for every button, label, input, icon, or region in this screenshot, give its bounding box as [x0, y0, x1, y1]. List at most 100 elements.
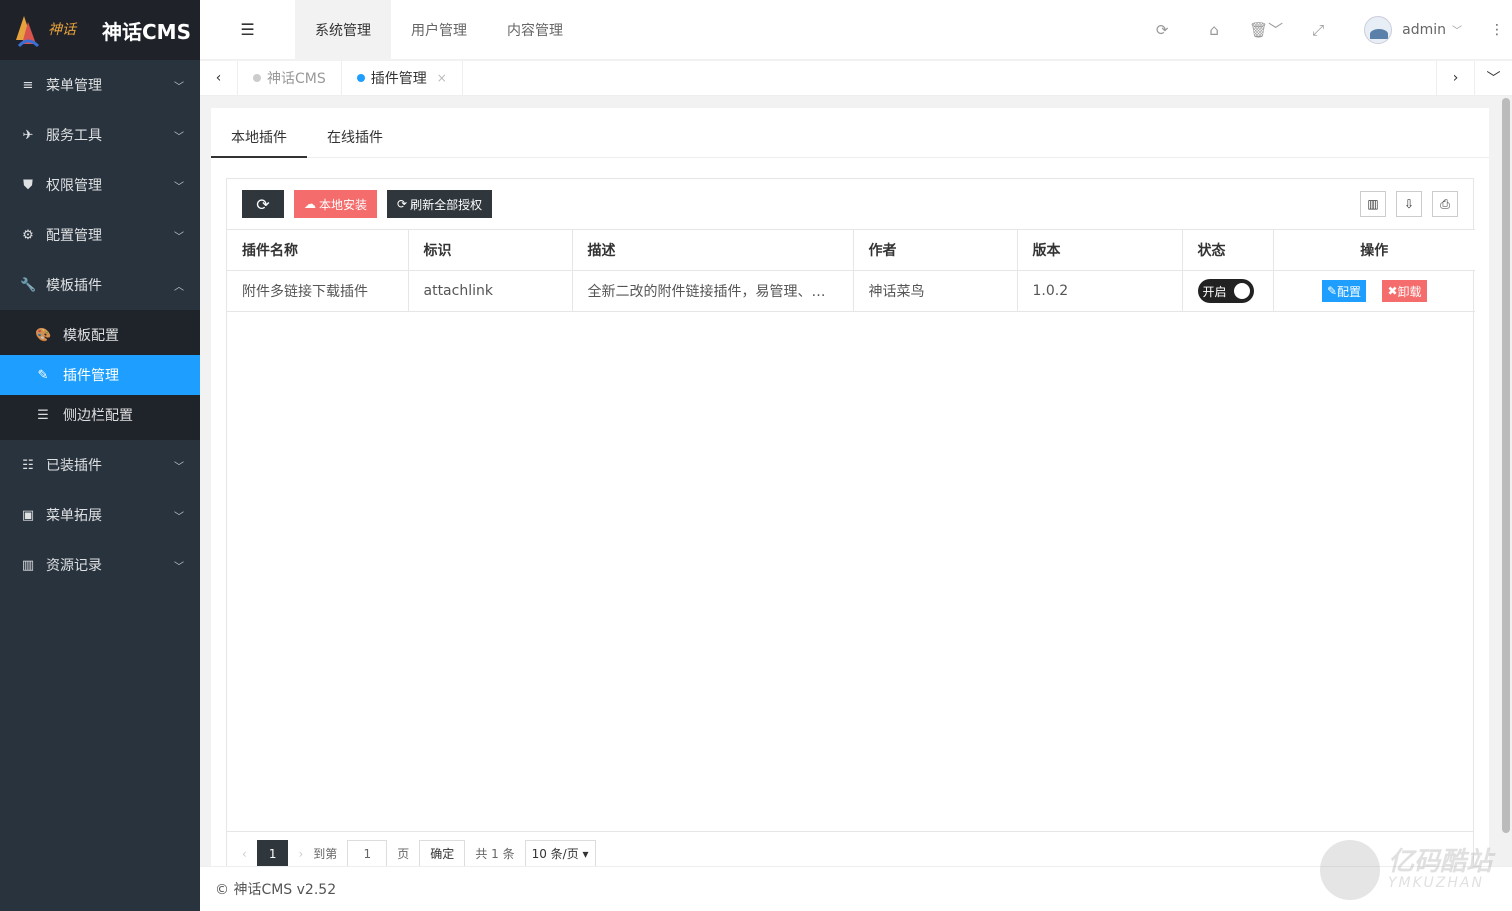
table-toolbar: ⟳ ☁ 本地安装 ⟳ 刷新全部授权 ▥ ⇩ ⎙ [227, 179, 1473, 229]
column-header[interactable]: 操作 [1273, 229, 1475, 271]
sidebar-item-label: 权限管理 [46, 178, 102, 194]
fullscreen-icon[interactable]: ⤢ [1292, 21, 1344, 39]
cell-plugin-desc: 全新二改的附件链接插件，易管理、… [572, 270, 854, 312]
button-label: 卸载 [1397, 284, 1422, 299]
trash-icon[interactable]: 🗑﹀ [1240, 19, 1292, 40]
tab-online-plugins[interactable]: 在线插件 [307, 108, 403, 158]
prev-page-icon[interactable]: ‹ [242, 840, 247, 867]
tabs-menu-chevron-icon[interactable]: ﹀ [1474, 60, 1512, 96]
export-icon[interactable]: ⇩ [1396, 191, 1422, 217]
sidebar-item-installed-plugins[interactable]: ☷ 已装插件 ﹀ [0, 440, 200, 490]
status-toggle[interactable]: 开启 [1197, 279, 1254, 303]
column-header[interactable]: 标识 [408, 229, 573, 271]
page-current[interactable]: 1 [256, 840, 289, 867]
more-vertical-icon[interactable]: ⋮ [1482, 22, 1512, 38]
logo-mark-icon: 神话 [14, 10, 84, 50]
scrollbar-thumb[interactable] [1502, 98, 1510, 833]
sidebar-item-permissions[interactable]: ⛊ 权限管理 ﹀ [0, 160, 200, 210]
watermark: 亿码酷站 YMKUZHAN [1319, 840, 1492, 900]
goto-page-input[interactable]: 1 [347, 840, 388, 867]
sidebar-subitem-template-config[interactable]: 🎨 模板配置 [0, 315, 200, 355]
sidebar-item-label: 菜单管理 [46, 78, 102, 94]
per-page-select[interactable]: 10 条/页 ▾ [524, 840, 596, 867]
watermark-subtext: YMKUZHAN [1387, 875, 1484, 891]
tab-dot [356, 74, 365, 82]
sidebar-item-label: 已装插件 [46, 458, 102, 474]
cell-actions: ✎ 配置 ✖ 卸载 [1273, 270, 1475, 312]
svg-text:神话: 神话 [48, 22, 78, 38]
close-icon[interactable]: × [437, 71, 447, 85]
goto-label: 到第 [313, 847, 338, 861]
button-label: 本地安装 [319, 197, 368, 212]
menu-toggle-icon[interactable]: ☰ [200, 0, 295, 60]
sliders-icon: ☷ [22, 457, 34, 473]
column-header[interactable]: 版本 [1017, 229, 1183, 271]
sidebar-item-templates[interactable]: 🔧 模板插件 ︿ [0, 260, 200, 310]
config-button[interactable]: ✎ 配置 [1321, 280, 1367, 302]
page-scrollbar[interactable] [1500, 96, 1512, 866]
chevron-down-icon: ﹀ [174, 81, 184, 93]
page-tab-home[interactable]: 神话CMS [238, 60, 342, 96]
avatar[interactable] [1364, 15, 1393, 44]
top-header: ☰ 系统管理 用户管理 内容管理 ⟳ ⌂ 🗑﹀ ⤢ admin ﹀ ⋮ [200, 0, 1512, 60]
home-icon[interactable]: ⌂ [1188, 21, 1240, 39]
plugin-table: 插件名称 标识 描述 作者 版本 状态 操作 附件多链接下载插件 attachl… [227, 229, 1475, 312]
chevron-down-icon: ﹀ [174, 511, 184, 523]
sidebar: 神话 神话CMS ≡ 菜单管理 ﹀ ✈ 服务工具 ﹀ ⛊ 权限管理 ﹀ ⚙ 配置… [0, 0, 200, 911]
sidebar-item-resource-log[interactable]: ▥ 资源记录 ﹀ [0, 540, 200, 590]
sidebar-item-tools[interactable]: ✈ 服务工具 ﹀ [0, 110, 200, 160]
header-right: ⟳ ⌂ 🗑﹀ ⤢ admin ﹀ ⋮ [1136, 0, 1512, 60]
sidebar-item-menu-extend[interactable]: ▣ 菜单拓展 ﹀ [0, 490, 200, 540]
plugin-table-box: ⟳ ☁ 本地安装 ⟳ 刷新全部授权 ▥ ⇩ ⎙ 插件名称 标识 描述 作者 版本… [226, 178, 1475, 868]
list-icon: ≡ [22, 77, 34, 93]
print-icon[interactable]: ⎙ [1432, 191, 1458, 217]
sidebar-item-config[interactable]: ⚙ 配置管理 ﹀ [0, 210, 200, 260]
refresh-button[interactable]: ⟳ [242, 190, 284, 218]
chevron-down-icon: ﹀ [174, 131, 184, 143]
cell-plugin-name: 附件多链接下载插件 [227, 270, 409, 312]
refresh-icon: ⟳ [397, 197, 408, 211]
column-header[interactable]: 作者 [853, 229, 1018, 271]
column-header[interactable]: 状态 [1182, 229, 1274, 271]
watermark-logo-icon [1319, 840, 1380, 900]
refresh-auth-button[interactable]: ⟳ 刷新全部授权 [387, 190, 493, 218]
tabs-scroll-right-icon[interactable]: › [1436, 60, 1474, 96]
cell-plugin-id: attachlink [408, 270, 573, 312]
table-row: 附件多链接下载插件 attachlink 全新二改的附件链接插件，易管理、… 神… [227, 270, 1475, 312]
sidebar-item-menu[interactable]: ≡ 菜单管理 ﹀ [0, 60, 200, 110]
cloud-upload-icon: ☁ [304, 197, 316, 211]
goto-confirm-button[interactable]: 确定 [419, 840, 466, 867]
toggle-knob [1233, 283, 1250, 299]
page-tab-plugin-manage[interactable]: 插件管理 × [342, 60, 463, 96]
page-tabs-bar: ‹ 神话CMS 插件管理 × › ﹀ [200, 60, 1512, 96]
column-header[interactable]: 插件名称 [227, 229, 409, 271]
next-page-icon[interactable]: › [298, 840, 303, 867]
chevron-down-icon: ﹀ [174, 461, 184, 473]
sidebar-item-label: 插件管理 [63, 368, 119, 384]
logo[interactable]: 神话 神话CMS [0, 0, 200, 60]
refresh-icon[interactable]: ⟳ [1136, 21, 1188, 39]
tabs-scroll-left-icon[interactable]: ‹ [200, 60, 238, 96]
button-label: 配置 [1337, 284, 1362, 299]
footer-text: © 神话CMS v2.52 [215, 882, 337, 898]
page-tab-label: 插件管理 [370, 71, 427, 87]
column-header[interactable]: 描述 [572, 229, 854, 271]
content-tabs: 本地插件 在线插件 [211, 108, 1489, 158]
sidebar-subitem-sidebar-config[interactable]: ☰ 侧边栏配置 [0, 395, 200, 435]
username[interactable]: admin [1402, 22, 1446, 38]
uninstall-button[interactable]: ✖ 卸载 [1382, 280, 1427, 302]
tab-local-plugins[interactable]: 本地插件 [211, 108, 307, 158]
header-tab-users[interactable]: 用户管理 [391, 0, 487, 60]
cell-plugin-version: 1.0.2 [1017, 270, 1183, 312]
header-tab-system[interactable]: 系统管理 [295, 0, 391, 60]
sidebar-item-label: 模板配置 [63, 328, 119, 344]
calendar-icon: ▣ [21, 507, 35, 523]
columns-icon[interactable]: ▥ [1360, 191, 1386, 217]
sidebar-subitem-plugin-manage[interactable]: ✎ 插件管理 [0, 355, 200, 395]
chevron-down-icon[interactable]: ﹀ [1452, 22, 1462, 37]
bar-chart-icon: ▥ [21, 557, 35, 573]
header-tab-content[interactable]: 内容管理 [487, 0, 583, 60]
gear-icon: ⚙ [22, 227, 34, 243]
local-install-button[interactable]: ☁ 本地安装 [294, 190, 378, 218]
footer: © 神话CMS v2.52 [200, 866, 1512, 911]
